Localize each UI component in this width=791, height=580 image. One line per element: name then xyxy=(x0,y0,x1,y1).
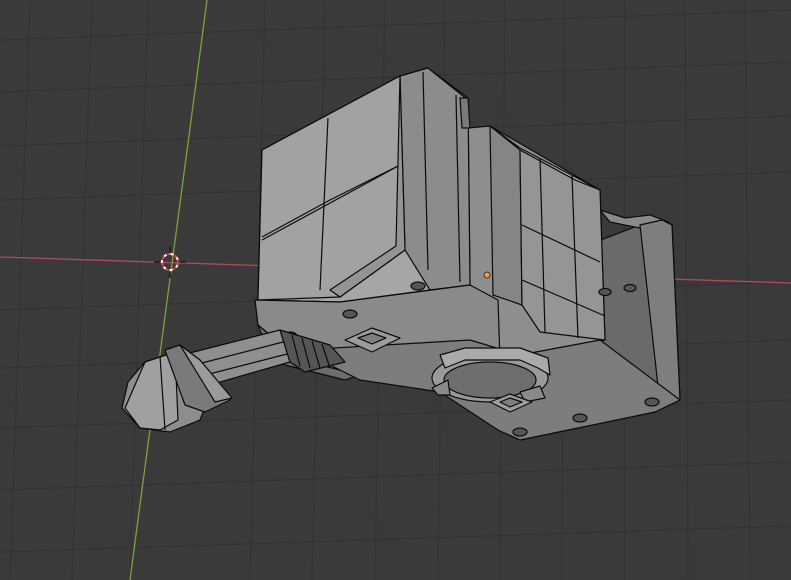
3d-viewport[interactable] xyxy=(0,0,791,580)
object-origin-icon[interactable] xyxy=(483,271,491,279)
socket-ring xyxy=(431,347,551,403)
